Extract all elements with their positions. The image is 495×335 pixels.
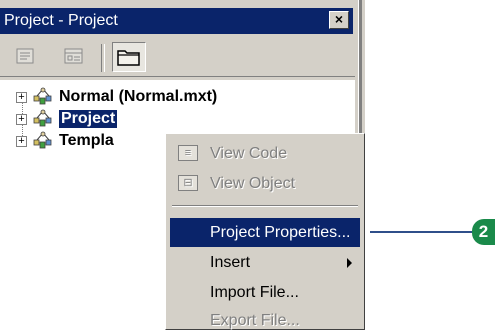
menu-item-label: View Code: [210, 144, 288, 162]
toggle-folders-button[interactable]: [112, 42, 146, 72]
tree-node-project[interactable]: + Project: [16, 108, 118, 130]
menu-item-project-properties[interactable]: Project Properties...: [170, 218, 360, 247]
view-object-icon: [64, 48, 83, 64]
explorer-toolbar: [0, 38, 355, 77]
view-code-icon: [16, 48, 34, 64]
menu-item-label: View Object: [210, 174, 296, 192]
menu-item-import-file[interactable]: Import File...: [170, 278, 360, 307]
submenu-arrow-icon: [347, 258, 352, 268]
toolbar-separator: [101, 44, 105, 72]
menu-item-export-file[interactable]: Export File...: [170, 306, 360, 335]
folder-icon: [117, 50, 140, 66]
expand-icon[interactable]: +: [16, 113, 27, 125]
window-title: Project - Project: [4, 12, 118, 29]
menu-item-view-code[interactable]: ≡ View Code: [170, 139, 360, 168]
close-icon: ×: [334, 11, 344, 27]
menu-item-label: Export File...: [210, 311, 300, 329]
view-code-button[interactable]: [12, 45, 40, 69]
tree-node-label: Templa: [59, 132, 114, 149]
menu-item-insert[interactable]: Insert: [170, 248, 360, 277]
menu-item-label: Insert: [210, 253, 251, 271]
expand-icon[interactable]: +: [16, 91, 27, 103]
menu-item-label: Import File...: [210, 283, 299, 301]
tree-node-templates[interactable]: + Templa: [16, 130, 114, 152]
tree-node-label: Project: [59, 110, 118, 128]
tree-node-normal[interactable]: + Normal (Normal.mxt): [16, 86, 217, 108]
project-icon: [33, 109, 52, 127]
menu-separator: [172, 205, 358, 207]
tree-node-label: Normal (Normal.mxt): [59, 88, 218, 105]
close-button[interactable]: ×: [329, 11, 349, 29]
context-menu: ≡ View Code ⊟ View Object Project Proper…: [165, 133, 365, 330]
menu-item-view-object[interactable]: ⊟ View Object: [170, 169, 360, 198]
project-icon: [33, 131, 52, 149]
view-code-icon: ≡: [178, 145, 198, 161]
callout-leader-line: [370, 231, 474, 233]
window-titlebar[interactable]: Project - Project ×: [0, 8, 353, 34]
expand-icon[interactable]: +: [16, 135, 27, 147]
view-object-button[interactable]: [60, 45, 88, 69]
menu-item-label: Project Properties...: [210, 223, 351, 241]
view-object-icon: ⊟: [178, 175, 198, 191]
step-callout-badge: 2: [472, 219, 495, 245]
project-icon: [33, 87, 52, 105]
